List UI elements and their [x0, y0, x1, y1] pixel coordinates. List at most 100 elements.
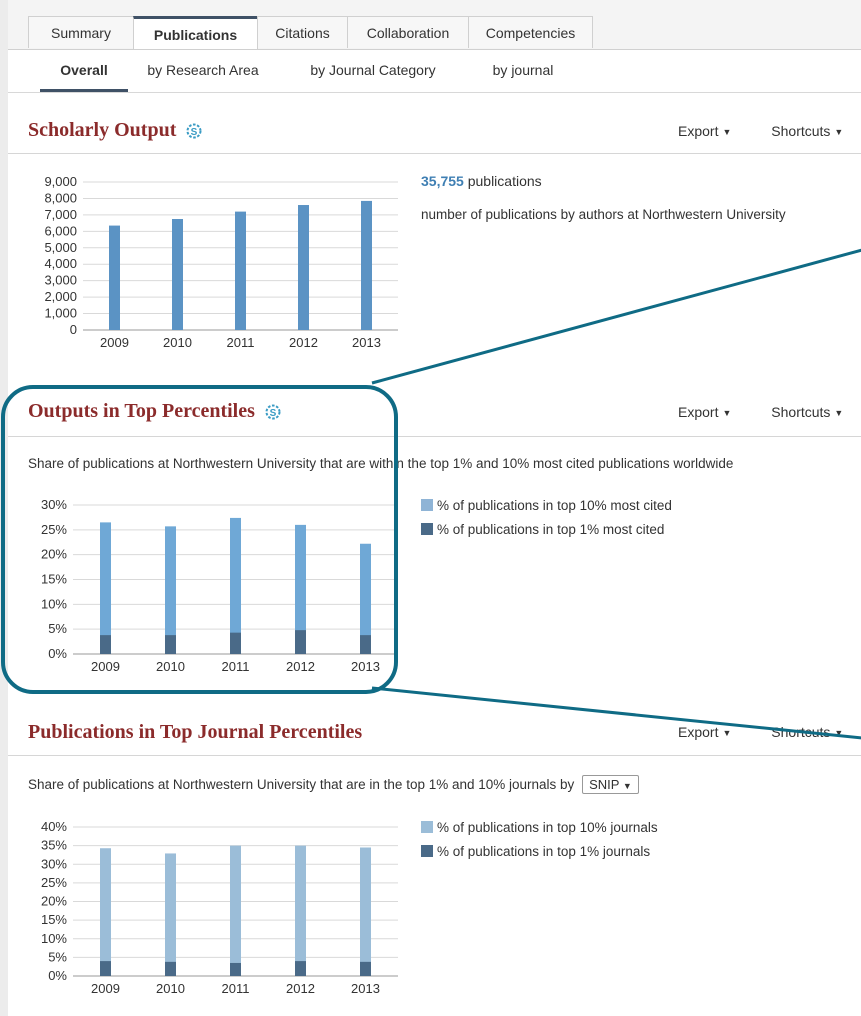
section-divider — [8, 755, 861, 756]
legend-swatch — [421, 523, 433, 535]
bar-top-10 — [360, 847, 371, 976]
y-tick-label: 30% — [41, 497, 67, 512]
bar-top-1 — [100, 961, 111, 976]
x-tick-label: 2010 — [156, 981, 185, 996]
publications-page: Summary Publications Citations Collabora… — [8, 0, 861, 1016]
export-menu[interactable]: Export ▼ — [678, 123, 731, 139]
tab-collaboration[interactable]: Collaboration — [347, 16, 469, 48]
legend-swatch — [421, 845, 433, 857]
y-tick-label: 4,000 — [44, 256, 77, 271]
journal-percentiles-actions: Export ▼ Shortcuts ▼ — [678, 724, 843, 740]
x-tick-label: 2010 — [163, 335, 192, 350]
metric-select-value: SNIP — [589, 777, 620, 792]
journal-percentiles-title-text: Publications in Top Journal Percentiles — [28, 721, 363, 743]
shortcuts-label: Shortcuts — [771, 404, 831, 420]
y-tick-label: 0% — [48, 646, 67, 661]
x-tick-label: 2012 — [286, 981, 315, 996]
y-tick-label: 10% — [41, 596, 67, 611]
bar — [172, 219, 183, 330]
export-menu[interactable]: Export ▼ — [678, 404, 731, 420]
y-tick-label: 5% — [48, 621, 67, 636]
y-tick-label: 5,000 — [44, 240, 77, 255]
y-tick-label: 10% — [41, 931, 67, 946]
bar-top-10 — [100, 848, 111, 976]
metric-select[interactable]: SNIP ▼ — [582, 775, 639, 794]
subtab-by-journal[interactable]: by journal — [478, 50, 568, 92]
svg-text:S: S — [270, 408, 277, 419]
x-tick-label: 2011 — [222, 981, 250, 996]
scival-metric-icon[interactable]: S — [184, 121, 204, 141]
top-percentiles-actions: Export ▼ Shortcuts ▼ — [678, 404, 843, 420]
subtab-by-research-area[interactable]: by Research Area — [138, 50, 268, 92]
legend-swatch — [421, 821, 433, 833]
subtabs-divider — [8, 92, 861, 93]
x-tick-label: 2009 — [100, 335, 129, 350]
top-percentiles-description: Share of publications at Northwestern Un… — [28, 456, 734, 471]
subtab-overall[interactable]: Overall — [40, 50, 128, 92]
top-percentiles-legend: % of publications in top 10% most cited … — [421, 493, 672, 541]
chevron-down-icon: ▼ — [834, 728, 844, 738]
tab-publications[interactable]: Publications — [133, 16, 258, 50]
section-divider — [8, 436, 861, 437]
tab-competencies[interactable]: Competencies — [468, 16, 593, 48]
scholarly-output-actions: Export ▼ Shortcuts ▼ — [678, 123, 843, 139]
bar — [109, 225, 120, 330]
journal-percentiles-legend: % of publications in top 10% journals % … — [421, 815, 658, 863]
subtab-by-journal-category[interactable]: by Journal Category — [298, 50, 448, 92]
export-menu[interactable]: Export ▼ — [678, 724, 731, 740]
y-tick-label: 30% — [41, 856, 67, 871]
legend-label: % of publications in top 10% most cited — [437, 497, 672, 513]
x-tick-label: 2009 — [91, 659, 120, 674]
publication-count-number: 35,755 — [421, 173, 464, 189]
legend-label: % of publications in top 1% most cited — [437, 521, 665, 537]
legend-label: % of publications in top 10% journals — [437, 819, 658, 835]
shortcuts-menu[interactable]: Shortcuts ▼ — [771, 123, 843, 139]
shortcuts-menu[interactable]: Shortcuts ▼ — [771, 724, 843, 740]
chevron-down-icon: ▼ — [834, 408, 844, 418]
tab-summary[interactable]: Summary — [28, 16, 134, 48]
shortcuts-menu[interactable]: Shortcuts ▼ — [771, 404, 843, 420]
x-tick-label: 2009 — [91, 981, 120, 996]
shortcuts-label: Shortcuts — [771, 123, 831, 139]
x-tick-label: 2011 — [222, 659, 250, 674]
bar — [298, 205, 309, 330]
x-tick-label: 2010 — [156, 659, 185, 674]
chevron-down-icon: ▼ — [622, 781, 632, 791]
journal-percentiles-chart: 0% 5% 10% 15% 20% 25% 30% 35% 40% 2009 2010 2011 201… — [41, 819, 398, 996]
legend-item[interactable]: % of publications in top 1% journals — [421, 839, 658, 863]
y-tick-label: 40% — [41, 819, 67, 834]
journal-percentiles-title: Publications in Top Journal Percentiles — [28, 721, 362, 744]
bar-top-1 — [165, 635, 176, 654]
y-tick-label: 0% — [48, 968, 67, 983]
y-tick-label: 25% — [41, 875, 67, 890]
y-tick-label: 1,000 — [44, 306, 77, 321]
chevron-down-icon: ▼ — [722, 408, 732, 418]
y-tick-label: 2,000 — [44, 289, 77, 304]
bar-top-10 — [100, 522, 111, 654]
publication-count: 35,755 publications — [421, 173, 542, 189]
x-tick-label: 2013 — [352, 335, 381, 350]
legend-item[interactable]: % of publications in top 10% journals — [421, 815, 658, 839]
export-label: Export — [678, 724, 719, 740]
bar-top-1 — [165, 961, 176, 976]
scholarly-output-chart: 01,000 2,0003,000 4,0005,000 6,0007,000 8,00… — [44, 174, 398, 350]
shortcuts-label: Shortcuts — [771, 724, 831, 740]
bar-top-1 — [230, 962, 241, 976]
journal-percentiles-description-text: Share of publications at Northwestern Un… — [28, 777, 575, 792]
y-tick-label: 7,000 — [44, 207, 77, 222]
y-tick-label: 0 — [70, 322, 77, 337]
publication-count-description: number of publications by authors at Nor… — [421, 207, 786, 222]
legend-item[interactable]: % of publications in top 1% most cited — [421, 517, 672, 541]
export-label: Export — [678, 123, 719, 139]
bar-top-1 — [100, 635, 111, 654]
legend-swatch — [421, 499, 433, 511]
y-tick-label: 9,000 — [44, 174, 77, 189]
scholarly-output-title: Scholarly Output S — [28, 119, 204, 142]
tab-citations[interactable]: Citations — [257, 16, 348, 48]
legend-item[interactable]: % of publications in top 10% most cited — [421, 493, 672, 517]
x-tick-label: 2011 — [227, 335, 255, 350]
bar-top-1 — [360, 635, 371, 654]
scival-metric-icon[interactable]: S — [263, 402, 283, 422]
bar-top-1 — [230, 632, 241, 654]
x-tick-label: 2013 — [351, 659, 380, 674]
